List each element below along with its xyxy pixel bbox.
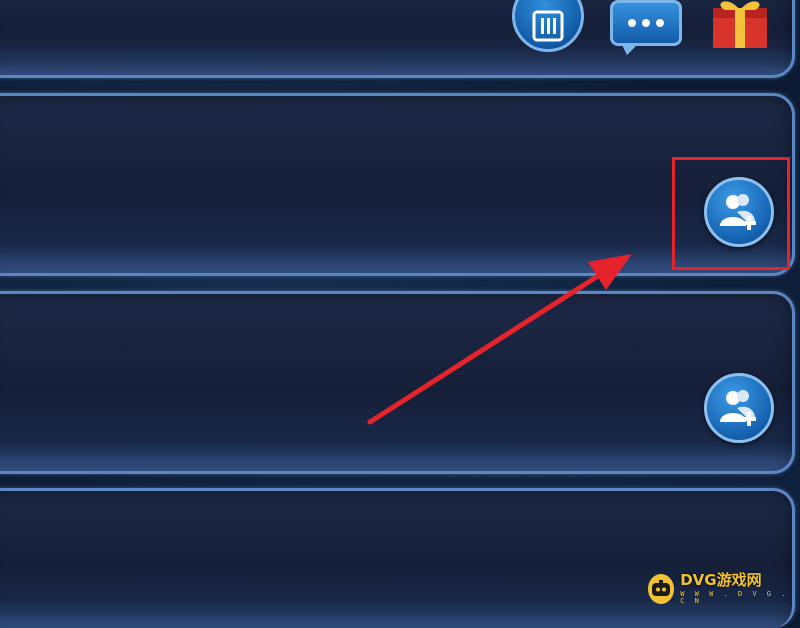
watermark-url: W W W . D V G . C N bbox=[680, 590, 789, 605]
annotation-arrow bbox=[367, 254, 632, 425]
watermark-title: DVG游戏网 bbox=[680, 571, 762, 589]
watermark: DVG游戏网 W W W . D V G . C N bbox=[648, 573, 800, 605]
watermark-logo-icon bbox=[648, 574, 675, 604]
